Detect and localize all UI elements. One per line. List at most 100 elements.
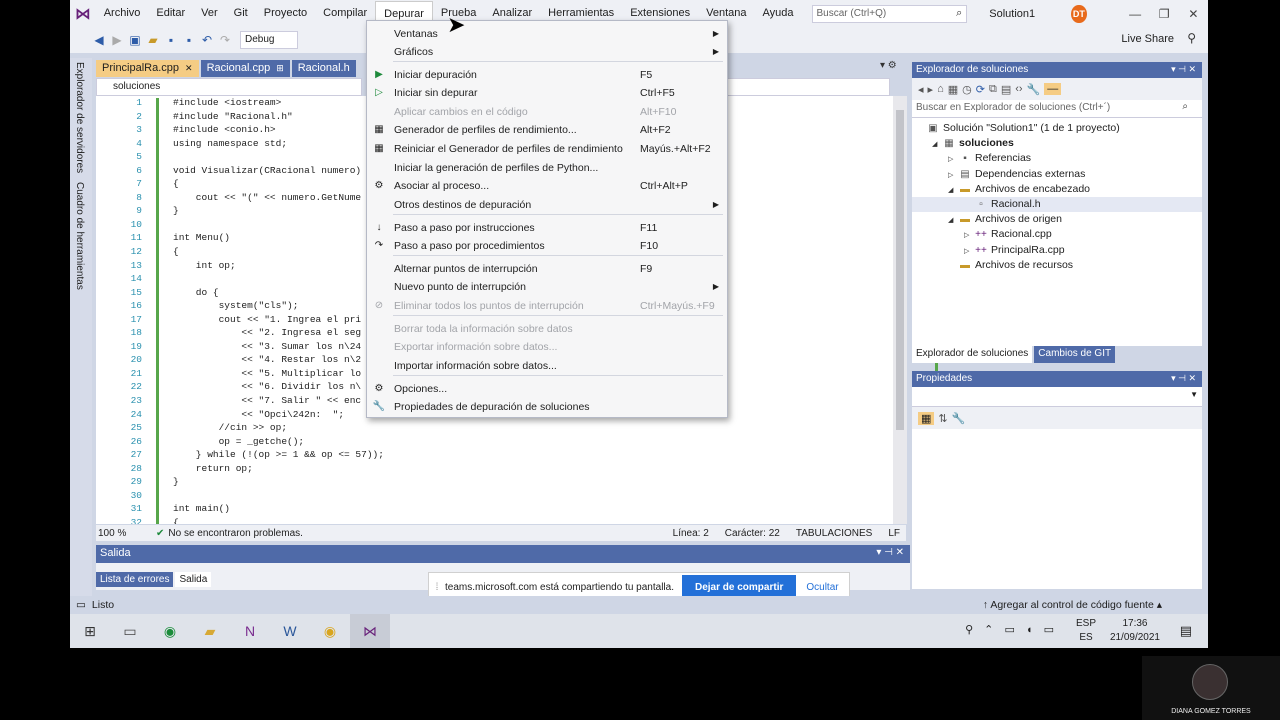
file-explorer-icon[interactable]: ▰	[190, 614, 230, 648]
code-line[interactable]: return op;	[173, 462, 384, 476]
task-view-icon[interactable]: ▭	[110, 614, 150, 648]
code-line[interactable]: << "7. Salir " << enc	[173, 394, 384, 408]
menu-git[interactable]: Git	[226, 0, 256, 27]
code-line[interactable]: {	[173, 516, 384, 524]
solution-search-input[interactable]: Buscar en Explorador de soluciones (Ctrl…	[912, 100, 1202, 118]
tab-solution-explorer[interactable]: Explorador de soluciones	[912, 346, 1033, 363]
code-line[interactable]: int op;	[173, 259, 384, 273]
configuration-select[interactable]: Debug	[240, 31, 298, 49]
code-line[interactable]	[173, 218, 384, 232]
code-line[interactable]	[173, 150, 384, 164]
tree-item[interactable]: ▫ Racional.h	[912, 196, 1202, 213]
code-line[interactable]: op = _getche();	[173, 435, 384, 449]
code-line[interactable]: << "3. Sumar los n\24	[173, 340, 384, 354]
minimize-icon[interactable]: —	[1121, 7, 1150, 21]
code-line[interactable]: {	[173, 177, 384, 191]
code-line[interactable]: cout << "(" << numero.GetNume	[173, 191, 384, 205]
code-line[interactable]: << "6. Dividir los n\	[173, 380, 384, 394]
redo-icon[interactable]: ↷	[216, 33, 234, 47]
visual-studio-icon[interactable]: ⋈	[350, 614, 390, 648]
menu-item[interactable]: Alternar puntos de interrupción F9	[367, 260, 727, 278]
tree-item[interactable]: ▬ Archivos de recursos	[912, 258, 1202, 273]
menu-item[interactable]: Iniciar la generación de perfiles de Pyt…	[367, 159, 727, 177]
code-line[interactable]	[173, 489, 384, 503]
start-button-icon[interactable]: ⊞	[70, 614, 110, 648]
code-line[interactable]: //cin >> op;	[173, 421, 384, 435]
collapse-all-icon[interactable]: ⧉	[989, 83, 997, 96]
menu-archivo[interactable]: Archivo	[96, 0, 149, 27]
code-line[interactable]: #include "Racional.h"	[173, 110, 384, 124]
tree-item[interactable]: ◢ ▦ soluciones	[912, 136, 1202, 151]
chrome-canary-icon[interactable]: ◉	[310, 614, 350, 648]
code-view-icon[interactable]: ‹›	[1015, 83, 1022, 95]
tree-item[interactable]: ▷ ▤ Dependencias externas	[912, 167, 1202, 182]
code-line[interactable]: do {	[173, 286, 384, 300]
chrome-icon[interactable]: ◉	[150, 614, 190, 648]
scrollbar-thumb[interactable]	[896, 110, 904, 430]
tree-item[interactable]: ▷ ++ Racional.cpp	[912, 227, 1202, 242]
panel-controls-icon[interactable]: ▾ ⊣ ✕	[1171, 373, 1196, 384]
menu-proyecto[interactable]: Proyecto	[256, 0, 315, 27]
add-to-source-control-button[interactable]: ↑ Agregar al control de código fuente ▴	[983, 599, 1162, 611]
code-line[interactable]: int main()	[173, 502, 384, 516]
alphabetical-icon[interactable]: ⇅	[938, 412, 947, 425]
properties-icon[interactable]: 🔧	[1027, 83, 1041, 96]
zoom-select[interactable]: 100 %	[96, 528, 152, 539]
new-item-icon[interactable]: ▣	[126, 33, 144, 47]
code-line[interactable]: void Visualizar(CRacional numero)	[173, 164, 384, 178]
save-all-icon[interactable]: ▪	[180, 33, 198, 47]
feedback-icon[interactable]: ⚲	[1187, 31, 1196, 45]
system-tray-icons[interactable]: ⚲ ⌃ ▭ ◖ ▭	[965, 623, 1058, 636]
toolbox-tab[interactable]: Cuadro de herramientas	[74, 182, 85, 290]
back-icon[interactable]: ◂	[918, 83, 924, 96]
editor-scrollbar[interactable]	[893, 96, 907, 524]
preview-icon[interactable]: —	[1044, 83, 1062, 95]
sync-icon[interactable]: ⟳	[976, 83, 985, 96]
tab-output[interactable]: Salida	[175, 572, 212, 587]
menu-item[interactable]: Nuevo punto de interrupción ▶	[367, 278, 727, 296]
tab-racional-cpp[interactable]: Racional.cpp ⊞	[200, 60, 290, 77]
expand-arrow-icon[interactable]: ▷	[948, 168, 958, 183]
undo-icon[interactable]: ↶	[198, 33, 216, 47]
code-line[interactable]: << "4. Restar los n\2	[173, 353, 384, 367]
code-text[interactable]: #include <iostream> #include "Racional.h"…	[173, 96, 384, 524]
close-tab-icon[interactable]: ⊞	[276, 63, 284, 73]
home-icon[interactable]: ⌂	[937, 83, 944, 95]
forward-icon[interactable]: ▶	[108, 33, 126, 47]
code-line[interactable]: }	[173, 204, 384, 218]
save-icon[interactable]: ▪	[162, 33, 180, 47]
drag-handle-icon[interactable]: ⁞	[429, 582, 445, 593]
expand-arrow-icon[interactable]: ▷	[964, 244, 974, 259]
menu-item[interactable]: Otros destinos de depuración ▶	[367, 196, 727, 214]
panel-controls-icon[interactable]: ▾ ⊣ ✕	[876, 547, 904, 558]
server-explorer-tab[interactable]: Explorador de servidores	[74, 62, 85, 173]
search-input[interactable]: Buscar (Ctrl+Q) ⌕	[811, 4, 968, 23]
code-line[interactable]	[173, 272, 384, 286]
tree-item[interactable]: ◢ ▬ Archivos de encabezado	[912, 182, 1202, 197]
avatar[interactable]: DT	[1071, 4, 1087, 23]
code-line[interactable]: {	[173, 245, 384, 259]
menu-item[interactable]: 🔧 Propiedades de depuración de soluciones	[367, 398, 727, 416]
word-icon[interactable]: W	[270, 614, 310, 648]
clock[interactable]: 17:36 21/09/2021	[1110, 617, 1160, 645]
problems-status[interactable]: No se encontraron problemas.	[168, 528, 303, 539]
member-select[interactable]	[726, 78, 890, 96]
forward-icon[interactable]: ▸	[928, 83, 934, 96]
panel-controls-icon[interactable]: ▾ ⊣ ✕	[1171, 64, 1196, 75]
close-icon[interactable]: ✕	[1179, 7, 1208, 21]
expand-arrow-icon[interactable]: ◢	[948, 183, 958, 198]
menu-ayuda[interactable]: Ayuda	[755, 0, 802, 27]
tree-item[interactable]: ▷ ++ PrincipalRa.cpp	[912, 243, 1202, 258]
switch-views-icon[interactable]: ▦	[948, 83, 958, 96]
history-icon[interactable]: ◷	[962, 83, 972, 96]
open-folder-icon[interactable]: ▰	[144, 33, 162, 47]
notifications-icon[interactable]: ▤	[1180, 623, 1192, 639]
code-line[interactable]: int Menu()	[173, 231, 384, 245]
tab-git-changes[interactable]: Cambios de GIT	[1034, 346, 1116, 363]
properties-object-select[interactable]: ▼	[912, 387, 1202, 407]
code-line[interactable]: << "2. Ingresa el seg	[173, 326, 384, 340]
menu-item[interactable]: Gráficos ▶	[367, 43, 727, 61]
menu-item[interactable]: ▷ Iniciar sin depurar Ctrl+F5	[367, 84, 727, 102]
code-line[interactable]: << "Opci\242n: ";	[173, 408, 384, 422]
show-all-files-icon[interactable]: ▤	[1001, 83, 1011, 96]
